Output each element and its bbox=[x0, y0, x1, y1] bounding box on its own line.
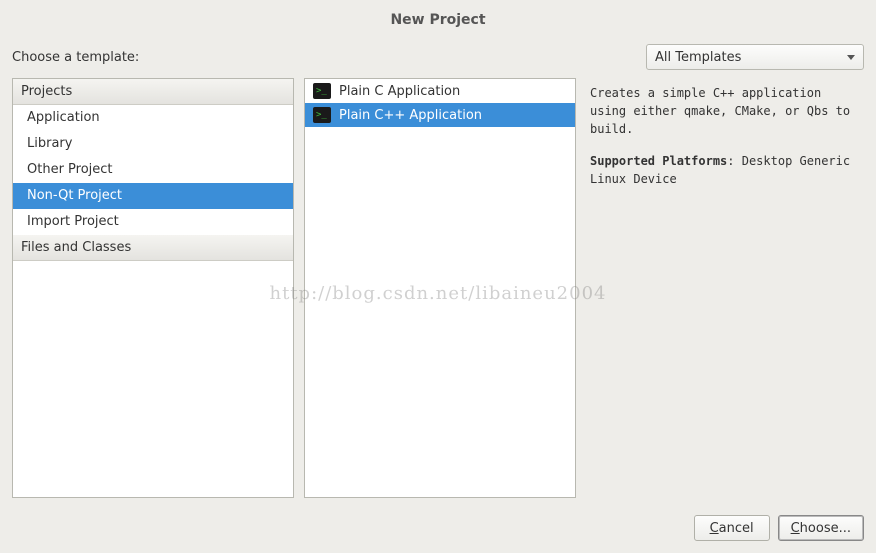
terminal-icon bbox=[313, 83, 331, 99]
category-item-other-project[interactable]: Other Project bbox=[13, 157, 293, 183]
template-filter-dropdown[interactable]: All Templates bbox=[646, 44, 864, 70]
category-item-library[interactable]: Library bbox=[13, 131, 293, 157]
choose-mnemonic: C bbox=[791, 521, 800, 536]
cancel-button[interactable]: Cancel bbox=[694, 515, 770, 541]
description-text: Creates a simple C++ application using e… bbox=[590, 84, 860, 138]
dropdown-selected-value: All Templates bbox=[655, 50, 741, 65]
category-list: Projects Application Library Other Proje… bbox=[12, 78, 294, 498]
template-label: Plain C Application bbox=[339, 84, 460, 99]
platforms-label: Supported Platforms bbox=[590, 154, 727, 168]
supported-platforms: Supported Platforms: Desktop Generic Lin… bbox=[590, 152, 860, 188]
template-description: Creates a simple C++ application using e… bbox=[586, 78, 864, 498]
cancel-label-rest: ancel bbox=[719, 521, 754, 536]
category-header-projects[interactable]: Projects bbox=[13, 79, 293, 105]
choose-template-label: Choose a template: bbox=[12, 50, 139, 65]
category-item-application[interactable]: Application bbox=[13, 105, 293, 131]
category-item-import-project[interactable]: Import Project bbox=[13, 209, 293, 235]
category-item-non-qt-project[interactable]: Non-Qt Project bbox=[13, 183, 293, 209]
template-label: Plain C++ Application bbox=[339, 108, 482, 123]
terminal-icon bbox=[313, 107, 331, 123]
cancel-mnemonic: C bbox=[710, 521, 719, 536]
chevron-down-icon bbox=[847, 55, 855, 60]
choose-button[interactable]: Choose... bbox=[778, 515, 864, 541]
template-list: Plain C Application Plain C++ Applicatio… bbox=[304, 78, 576, 498]
choose-label-rest: hoose... bbox=[800, 521, 851, 536]
template-item-plain-cpp[interactable]: Plain C++ Application bbox=[305, 103, 575, 127]
category-header-files-classes[interactable]: Files and Classes bbox=[13, 235, 293, 261]
dialog-title: New Project bbox=[0, 0, 876, 36]
template-item-plain-c[interactable]: Plain C Application bbox=[305, 79, 575, 103]
